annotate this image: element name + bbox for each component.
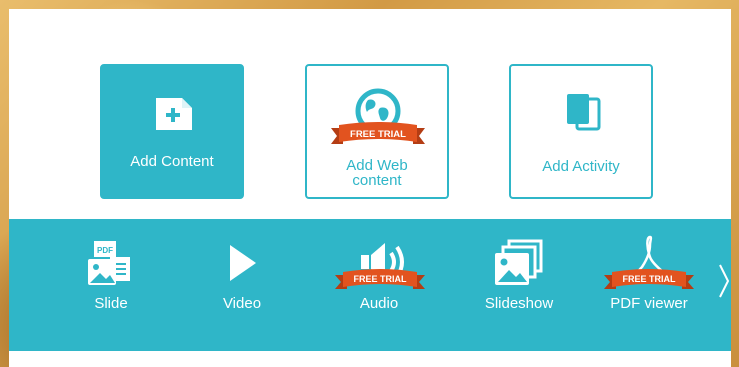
add-content-button[interactable]: Add Content	[100, 64, 244, 199]
add-web-content-button[interactable]: FREE TRIAL Add Web content	[305, 64, 449, 199]
add-document-icon	[156, 98, 192, 130]
slideshow-tool[interactable]: Slideshow	[469, 219, 569, 351]
svg-text:PDF: PDF	[97, 246, 113, 255]
slideshow-label: Slideshow	[484, 295, 554, 312]
svg-text:FREE TRIAL: FREE TRIAL	[354, 274, 408, 284]
add-activity-label: Add Activity	[542, 158, 620, 175]
audio-label: Audio	[359, 295, 399, 312]
activity-cards-icon	[567, 94, 601, 131]
slide-pdf-image-icon: PDF	[88, 241, 130, 285]
stacked-images-icon	[495, 239, 543, 285]
pdf-viewer-label: PDF viewer	[610, 295, 688, 312]
audio-tool[interactable]: FREE TRIAL Audio	[329, 219, 429, 351]
dialog-frame: Add Content FREE TRIAL Add Web content A…	[9, 9, 731, 367]
add-web-label-line2: content	[352, 172, 402, 189]
add-content-label: Add Content	[130, 153, 214, 170]
next-arrow-icon[interactable]	[717, 261, 731, 301]
video-tool[interactable]: Video	[202, 219, 282, 351]
play-icon	[230, 245, 256, 281]
pdf-viewer-tool[interactable]: FREE TRIAL PDF viewer	[594, 219, 704, 351]
free-trial-badge-web: FREE TRIAL	[331, 122, 425, 144]
content-type-toolbar: PDF Slide Video FREE TRIAL Audio Slidesh…	[9, 219, 731, 351]
slide-label: Slide	[94, 295, 128, 312]
video-label: Video	[222, 295, 262, 312]
add-activity-button[interactable]: Add Activity	[509, 64, 653, 199]
footer-area	[9, 351, 731, 367]
svg-text:FREE TRIAL: FREE TRIAL	[623, 274, 677, 284]
free-trial-badge-audio: FREE TRIAL	[335, 269, 425, 289]
svg-text:FREE TRIAL: FREE TRIAL	[350, 129, 406, 140]
content-panel: Add Content FREE TRIAL Add Web content A…	[9, 9, 731, 367]
slide-tool[interactable]: PDF Slide	[71, 219, 151, 351]
free-trial-badge-pdf: FREE TRIAL	[604, 269, 694, 289]
